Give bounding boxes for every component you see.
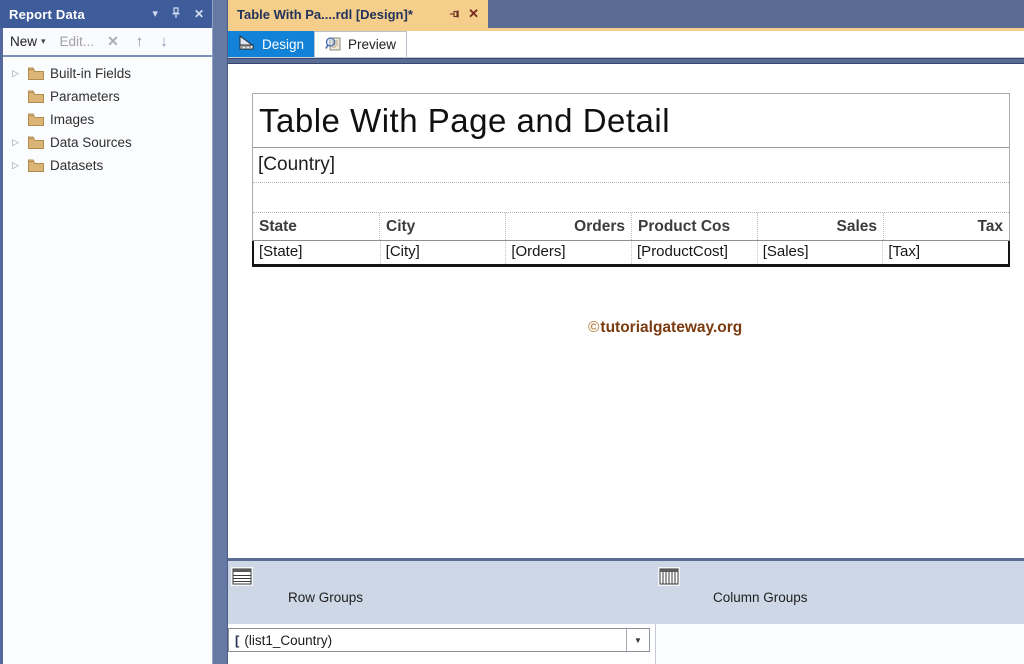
preview-magnifier-icon bbox=[325, 36, 342, 54]
report-page: Table With Page and Detail [Country] Sta… bbox=[252, 93, 1010, 267]
tree-item-label: Data Sources bbox=[50, 135, 132, 150]
detail-cell-tax[interactable]: [Tax] bbox=[882, 241, 1008, 264]
expander-icon[interactable]: ▷ bbox=[12, 68, 24, 79]
view-tab-strip: Design Preview bbox=[228, 31, 1024, 58]
folder-icon bbox=[28, 67, 44, 80]
report-data-panel: Report Data ▾ ✕ New ▾ Edit... ✕ ↑ ↓ ▷ Bu… bbox=[0, 0, 212, 664]
report-data-tree: ▷ Built-in Fields ▷ Parameters ▷ Images … bbox=[3, 57, 212, 177]
grouping-pane-header: Row Groups Column Groups bbox=[228, 561, 1024, 624]
detail-cell-sales[interactable]: [Sales] bbox=[757, 241, 883, 264]
row-groups-list: [ (list1_Country) ▼ bbox=[228, 624, 655, 664]
row-groups-label: Row Groups bbox=[288, 590, 363, 605]
tab-design-label: Design bbox=[262, 37, 304, 52]
row-group-item: (list1_Country) bbox=[244, 633, 626, 648]
column-groups-section: Column Groups bbox=[655, 561, 1024, 624]
tab-preview-label: Preview bbox=[348, 37, 396, 52]
tree-item-label: Built-in Fields bbox=[50, 66, 131, 81]
document-area: Table With Pa....rdl [Design]* ✕ Design bbox=[228, 0, 1024, 664]
grouping-pane: Row Groups Column Groups [ (list1_Countr… bbox=[228, 558, 1024, 664]
folder-icon bbox=[28, 159, 44, 172]
report-title-textbox[interactable]: Table With Page and Detail bbox=[253, 94, 1009, 148]
panel-menu-chevron-down-icon[interactable]: ▾ bbox=[152, 9, 158, 20]
report-data-panel-titlebar: Report Data ▾ ✕ bbox=[0, 0, 212, 28]
close-icon[interactable]: ✕ bbox=[468, 6, 479, 22]
tree-item-label: Images bbox=[50, 112, 94, 127]
header-cell-city[interactable]: City bbox=[379, 213, 505, 240]
country-group-textbox[interactable]: [Country] bbox=[253, 148, 1009, 183]
new-button[interactable]: New bbox=[10, 34, 37, 49]
tree-item-datasets[interactable]: ▷ Datasets bbox=[3, 154, 212, 177]
grouping-pane-body: [ (list1_Country) ▼ bbox=[228, 624, 1024, 664]
document-tab-title: Table With Pa....rdl [Design]* bbox=[237, 7, 445, 22]
header-cell-sales[interactable]: Sales bbox=[757, 213, 883, 240]
design-surface[interactable]: Table With Page and Detail [Country] Sta… bbox=[228, 64, 1024, 558]
tab-well-background bbox=[488, 0, 1024, 28]
header-cell-state[interactable]: State bbox=[253, 213, 379, 240]
tree-item-built-in-fields[interactable]: ▷ Built-in Fields bbox=[3, 62, 212, 85]
header-cell-product-cost[interactable]: Product Cos bbox=[631, 213, 757, 240]
detail-cell-product-cost[interactable]: [ProductCost] bbox=[631, 241, 757, 264]
empty-row[interactable] bbox=[253, 183, 1009, 213]
combobox-dropdown-icon[interactable]: ▼ bbox=[626, 629, 649, 651]
detail-cell-state[interactable]: [State] bbox=[254, 241, 380, 264]
move-down-icon[interactable]: ↓ bbox=[160, 33, 168, 50]
design-ruler-icon bbox=[238, 35, 256, 53]
tree-item-label: Parameters bbox=[50, 89, 120, 104]
watermark: ©tutorialgateway.org bbox=[588, 319, 742, 337]
document-tab[interactable]: Table With Pa....rdl [Design]* ✕ bbox=[228, 0, 488, 28]
table-detail-row: [State] [City] [Orders] [ProductCost] [S… bbox=[252, 241, 1010, 267]
tree-item-label: Datasets bbox=[50, 158, 103, 173]
folder-icon bbox=[28, 113, 44, 126]
table-header-row: State City Orders Product Cos Sales Tax bbox=[253, 213, 1009, 241]
report-data-toolbar: New ▾ Edit... ✕ ↑ ↓ bbox=[3, 28, 212, 57]
row-group-combobox[interactable]: [ (list1_Country) ▼ bbox=[228, 628, 650, 652]
close-panel-icon[interactable]: ✕ bbox=[194, 8, 204, 20]
expander-icon[interactable]: ▷ bbox=[12, 137, 24, 148]
tree-item-images[interactable]: ▷ Images bbox=[3, 108, 212, 131]
document-tab-row: Table With Pa....rdl [Design]* ✕ bbox=[228, 0, 1024, 28]
detail-cell-city[interactable]: [City] bbox=[380, 241, 506, 264]
copyright-icon: © bbox=[588, 319, 599, 336]
move-up-icon[interactable]: ↑ bbox=[136, 33, 144, 50]
tree-item-parameters[interactable]: ▷ Parameters bbox=[3, 85, 212, 108]
row-groups-section: Row Groups bbox=[228, 561, 655, 624]
new-chevron-down-icon[interactable]: ▾ bbox=[41, 36, 46, 47]
column-groups-icon bbox=[658, 567, 680, 586]
header-cell-tax[interactable]: Tax bbox=[883, 213, 1009, 240]
expander-icon[interactable]: ▷ bbox=[12, 160, 24, 171]
tree-item-data-sources[interactable]: ▷ Data Sources bbox=[3, 131, 212, 154]
column-groups-list bbox=[656, 624, 1024, 664]
report-designer-window: Report Data ▾ ✕ New ▾ Edit... ✕ ↑ ↓ ▷ Bu… bbox=[0, 0, 1024, 664]
pin-icon[interactable] bbox=[171, 7, 181, 22]
row-groups-icon bbox=[231, 567, 253, 586]
folder-icon bbox=[28, 136, 44, 149]
tablix-bracket-icon: [ bbox=[229, 633, 244, 648]
header-cell-orders[interactable]: Orders bbox=[505, 213, 631, 240]
folder-icon bbox=[28, 90, 44, 103]
panel-title: Report Data bbox=[9, 7, 85, 22]
delete-icon[interactable]: ✕ bbox=[107, 33, 119, 50]
panel-splitter[interactable] bbox=[212, 0, 228, 664]
edit-button[interactable]: Edit... bbox=[60, 34, 95, 49]
watermark-text: tutorialgateway.org bbox=[600, 319, 742, 336]
column-groups-label: Column Groups bbox=[713, 590, 808, 605]
detail-cell-orders[interactable]: [Orders] bbox=[505, 241, 631, 264]
tab-preview[interactable]: Preview bbox=[314, 31, 407, 57]
tab-design[interactable]: Design bbox=[228, 31, 314, 57]
pin-icon[interactable] bbox=[449, 8, 461, 20]
